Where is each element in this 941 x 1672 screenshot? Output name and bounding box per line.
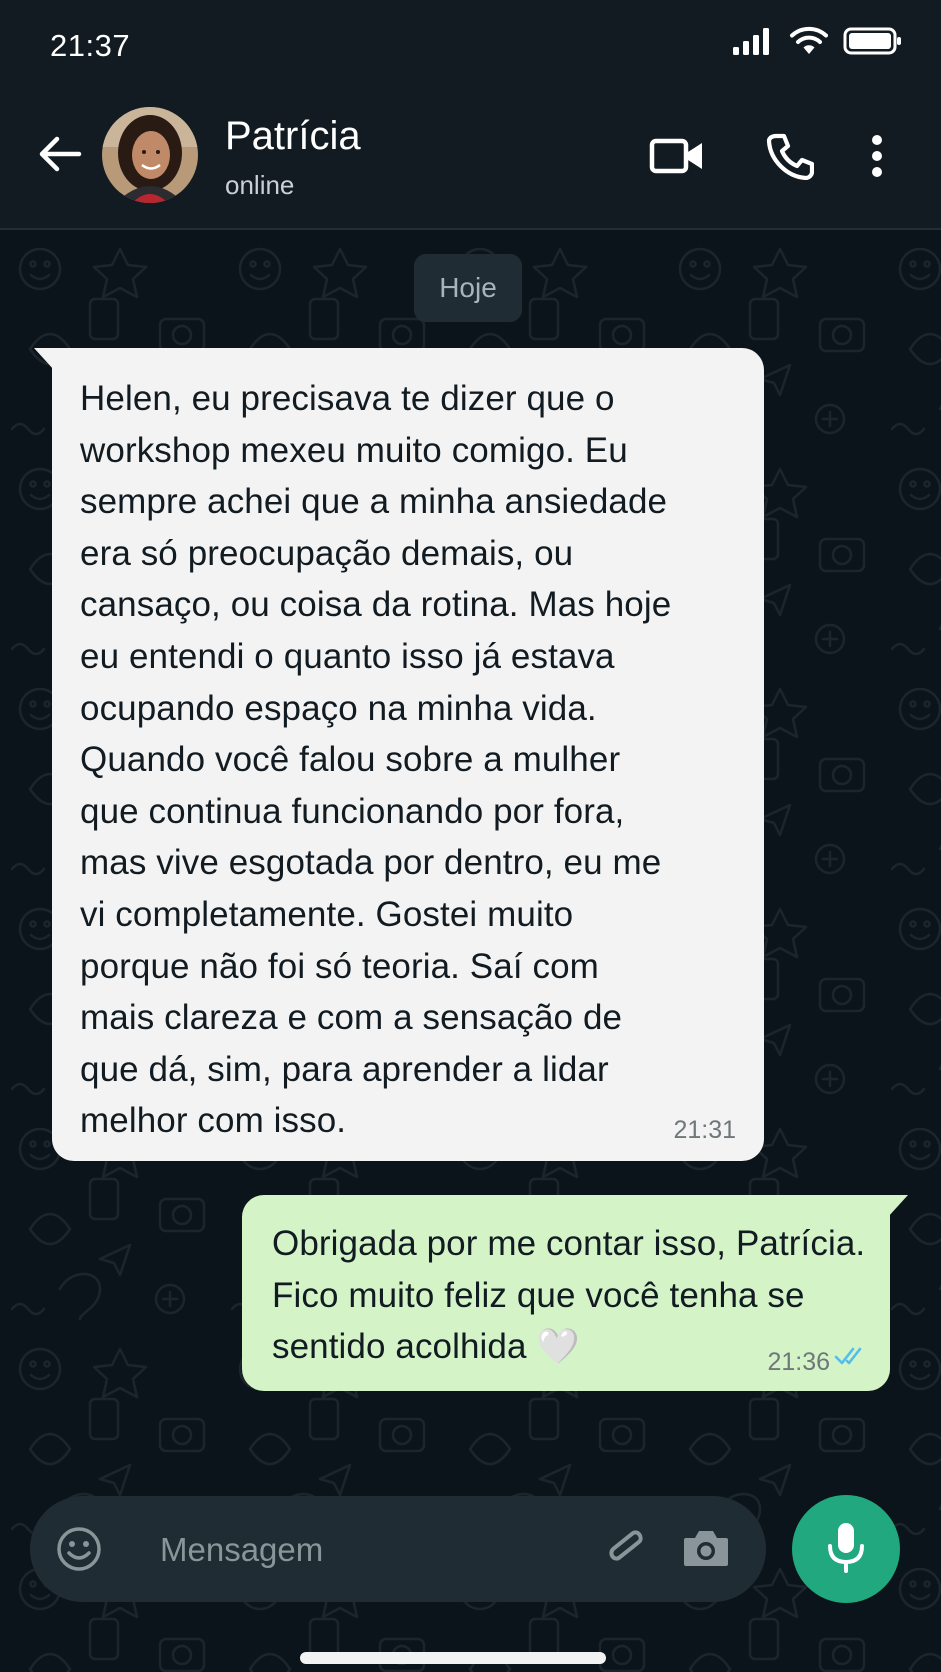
signal-icon xyxy=(731,26,775,61)
chat-screen: 21:37 Patrícia online Hoje Helen, eu pre… xyxy=(0,0,941,1672)
status-time: 21:37 xyxy=(50,28,131,63)
contact-status: online xyxy=(225,170,295,200)
camera-icon xyxy=(681,1526,731,1575)
more-options-button[interactable] xyxy=(860,128,894,188)
message-composer xyxy=(30,1496,766,1602)
contact-name[interactable]: Patrícia xyxy=(225,114,361,159)
voice-call-button[interactable] xyxy=(760,128,820,188)
message-input[interactable] xyxy=(158,1524,602,1576)
home-indicator[interactable] xyxy=(300,1652,606,1664)
message-time: 21:31 xyxy=(673,1116,736,1144)
message-text: Helen, eu precisava te dizer que o works… xyxy=(80,379,672,1141)
phone-icon xyxy=(766,132,815,185)
mic-button[interactable] xyxy=(792,1495,900,1603)
status-bar: 21:37 xyxy=(0,0,941,94)
emoji-button[interactable] xyxy=(52,1524,106,1578)
double-check-icon xyxy=(834,1346,868,1371)
camera-button[interactable] xyxy=(678,1522,734,1578)
avatar[interactable] xyxy=(102,107,198,203)
back-arrow-icon xyxy=(37,131,83,182)
emoji-icon xyxy=(55,1525,103,1578)
attach-icon xyxy=(600,1523,648,1578)
video-call-icon xyxy=(649,134,705,183)
incoming-bubble-tail xyxy=(34,348,54,370)
outgoing-message-bubble[interactable]: Obrigada por me contar isso, Patrícia. F… xyxy=(242,1195,890,1391)
chat-header: Patrícia online xyxy=(0,94,941,230)
incoming-message-bubble[interactable]: Helen, eu precisava te dizer que o works… xyxy=(52,348,764,1161)
date-chip: Hoje xyxy=(414,254,522,322)
wifi-icon xyxy=(789,26,829,61)
battery-icon xyxy=(843,26,903,61)
back-button[interactable] xyxy=(34,130,86,182)
attach-button[interactable] xyxy=(596,1522,652,1578)
mic-icon xyxy=(824,1520,868,1579)
outgoing-bubble-tail xyxy=(888,1195,908,1217)
message-time: 21:36 xyxy=(767,1348,830,1376)
video-call-button[interactable] xyxy=(646,128,708,188)
more-options-icon xyxy=(870,134,884,183)
status-icons xyxy=(731,26,903,61)
